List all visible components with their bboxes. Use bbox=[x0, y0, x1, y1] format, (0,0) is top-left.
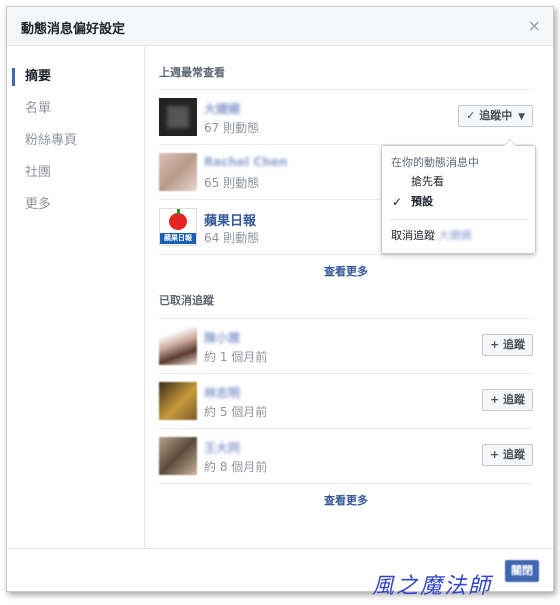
list-item: 林志明 約 5 個月前 + 追蹤 bbox=[159, 373, 533, 428]
section-title-unfollowed: 已取消追蹤 bbox=[159, 294, 214, 307]
dialog-title: 動態消息偏好設定 bbox=[21, 22, 126, 37]
follow-button[interactable]: + 追蹤 bbox=[481, 444, 533, 466]
main-content: 上週最常查看 大姍姍 67 則動態 ✓ 追蹤中 ▼ Rachel Chen 65… bbox=[159, 46, 533, 549]
post-count: 67 則動態 bbox=[204, 121, 260, 135]
apple-daily-logo[interactable]: 蘋果日報 bbox=[159, 208, 197, 246]
avatar[interactable] bbox=[159, 98, 197, 136]
dialog-header: 動態消息偏好設定 × bbox=[7, 7, 553, 46]
list-item: 王大同 約 8 個月前 + 追蹤 bbox=[159, 428, 533, 484]
follow-options-dropdown: 在你的動態消息中 搶先看 ✓ 預設 取消追蹤 大姍姍 bbox=[381, 139, 536, 254]
unfollow-time: 約 1 個月前 bbox=[204, 350, 268, 364]
chevron-down-icon: ▼ bbox=[518, 112, 525, 122]
feed-preferences-dialog: 動態消息偏好設定 × 摘要 名單 粉絲專頁 社團 更多 上週最常查看 大姍姍 6… bbox=[6, 6, 554, 592]
friend-name[interactable]: 王大同 bbox=[204, 439, 240, 456]
avatar[interactable] bbox=[159, 382, 197, 420]
menu-item-see-first[interactable]: 搶先看 bbox=[382, 172, 535, 192]
close-icon[interactable]: × bbox=[528, 16, 541, 35]
sidebar-item-pages[interactable]: 粉絲專頁 bbox=[7, 125, 144, 157]
following-label: 追蹤中 bbox=[479, 109, 513, 122]
following-button[interactable]: ✓ 追蹤中 ▼ bbox=[458, 105, 533, 127]
unfollow-time: 約 5 個月前 bbox=[204, 405, 268, 419]
unfollow-time: 約 8 個月前 bbox=[204, 460, 268, 474]
sidebar: 摘要 名單 粉絲專頁 社團 更多 bbox=[7, 46, 145, 549]
avatar[interactable] bbox=[159, 437, 197, 475]
avatar[interactable] bbox=[159, 153, 197, 191]
list-item: 大姍姍 67 則動態 ✓ 追蹤中 ▼ bbox=[159, 89, 533, 144]
watermark: 風之魔法師 bbox=[372, 574, 493, 599]
follow-button[interactable]: + 追蹤 bbox=[481, 334, 533, 356]
friend-name[interactable]: 陳小雅 bbox=[204, 329, 240, 346]
check-icon: ✓ bbox=[392, 195, 403, 209]
follow-button[interactable]: + 追蹤 bbox=[481, 389, 533, 411]
section-title-most-viewed: 上週最常查看 bbox=[159, 66, 225, 79]
menu-divider bbox=[390, 219, 527, 220]
see-more-link[interactable]: 查看更多 bbox=[159, 254, 533, 289]
sidebar-item-more[interactable]: 更多 bbox=[7, 189, 144, 221]
sidebar-item-groups[interactable]: 社團 bbox=[7, 157, 144, 189]
avatar[interactable] bbox=[159, 327, 197, 365]
sidebar-item-summary[interactable]: 摘要 bbox=[7, 61, 144, 93]
friend-name[interactable]: Rachel Chen bbox=[204, 155, 287, 169]
friend-name[interactable]: 林志明 bbox=[204, 384, 240, 401]
friend-name[interactable]: 大姍姍 bbox=[204, 100, 240, 117]
check-icon: ✓ bbox=[466, 109, 476, 122]
close-button[interactable]: 關閉 bbox=[505, 560, 539, 582]
list-item: 陳小雅 約 1 個月前 + 追蹤 bbox=[159, 318, 533, 373]
dropdown-header: 在你的動態消息中 bbox=[391, 156, 479, 169]
see-more-link[interactable]: 查看更多 bbox=[159, 484, 533, 518]
menu-item-unfollow[interactable]: 取消追蹤 大姍姍 bbox=[382, 226, 535, 246]
post-count: 65 則動態 bbox=[204, 176, 260, 190]
menu-item-default[interactable]: ✓ 預設 bbox=[382, 192, 535, 212]
post-count: 64 則動態 bbox=[204, 231, 260, 245]
page-name[interactable]: 蘋果日報 bbox=[204, 210, 256, 229]
sidebar-item-lists[interactable]: 名單 bbox=[7, 93, 144, 125]
